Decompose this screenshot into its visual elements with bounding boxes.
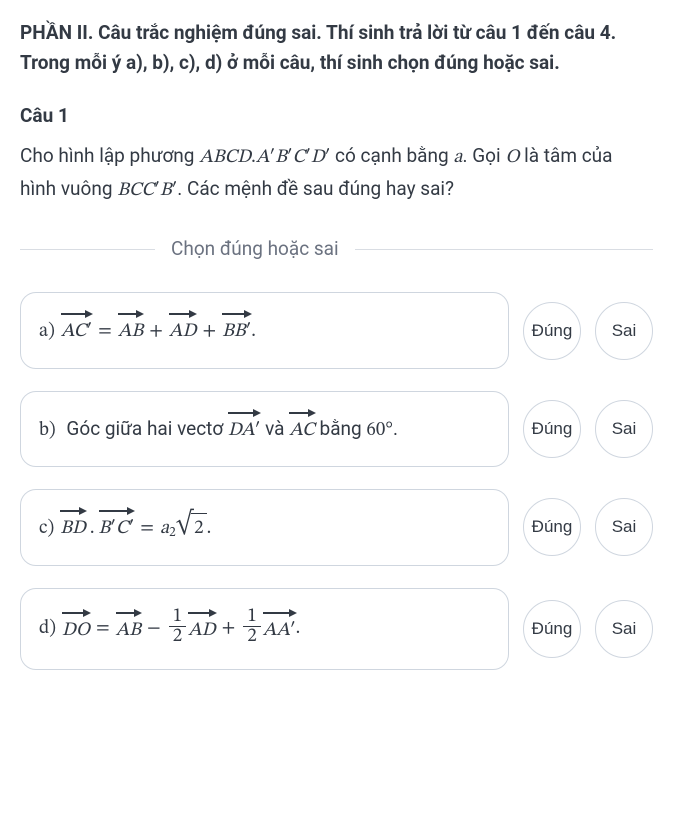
math-cube: ABCD.A′B′C′D′ bbox=[199, 143, 330, 173]
vec-BBp: BB′ bbox=[222, 313, 251, 347]
op-eq: = bbox=[134, 514, 160, 544]
op-plus: + bbox=[143, 317, 169, 347]
item-letter: d) bbox=[39, 614, 56, 644]
op-minus: − bbox=[141, 614, 167, 644]
text: . Gọi bbox=[463, 144, 506, 167]
statement-a: a) AC′ = AB + AD + BB′ . bbox=[39, 313, 256, 347]
angle-number: 60 bbox=[366, 416, 385, 446]
item-box-c: c) BD . B′C′ = a2 √2 . bbox=[20, 489, 509, 565]
vec-DO: DO bbox=[62, 612, 90, 646]
fraction-half-2: 12 bbox=[243, 607, 260, 648]
op-plus: + bbox=[216, 614, 242, 644]
question-label: Câu 1 bbox=[20, 101, 653, 131]
vec-AD: AD bbox=[169, 313, 197, 347]
numerator: 1 bbox=[243, 607, 260, 628]
denominator: 2 bbox=[169, 627, 186, 647]
text: Cho hình lập phương bbox=[20, 144, 199, 167]
true-button-a[interactable]: Đúng bbox=[523, 302, 581, 360]
fraction-half-1: 12 bbox=[169, 607, 186, 648]
item-box-b: b) Góc giữa hai vectơ DA′ và AC bằng 60°… bbox=[20, 391, 509, 467]
vec-AB: AB bbox=[116, 612, 141, 646]
op-eq: = bbox=[90, 614, 116, 644]
item-letter: b) bbox=[39, 416, 56, 446]
item-letter: a) bbox=[39, 317, 55, 347]
instruction-row: Chọn đúng hoặc sai bbox=[20, 234, 653, 264]
denominator: 2 bbox=[243, 627, 260, 647]
true-button-b[interactable]: Đúng bbox=[523, 400, 581, 458]
period: . bbox=[393, 417, 398, 440]
item-row-a: a) AC′ = AB + AD + BB′ . Đúng Sai bbox=[20, 292, 653, 368]
question-body: Cho hình lập phương ABCD.A′B′C′D′ có cạn… bbox=[20, 141, 653, 206]
math-a: a bbox=[453, 143, 462, 173]
item-row-b: b) Góc giữa hai vectơ DA′ và AC bằng 60°… bbox=[20, 391, 653, 467]
item-row-c: c) BD . B′C′ = a2 √2 . Đúng Sai bbox=[20, 489, 653, 565]
text: và bbox=[260, 417, 289, 440]
vec-DAp: DA′ bbox=[228, 412, 260, 446]
item-box-a: a) AC′ = AB + AD + BB′ . bbox=[20, 292, 509, 368]
item-row-d: d) DO = AB − 12 AD + 12 AA′ . Đúng Sai bbox=[20, 588, 653, 671]
exponent: 2 bbox=[169, 523, 176, 544]
statement-d: d) DO = AB − 12 AD + 12 AA′ . bbox=[39, 609, 300, 650]
radicand: 2 bbox=[191, 513, 206, 544]
angle-value: 60° bbox=[366, 416, 393, 446]
vec-ACp: AC′ bbox=[61, 313, 92, 347]
vec-BpCp: B′C′ bbox=[99, 510, 135, 544]
divider-right bbox=[355, 249, 653, 250]
op-plus: + bbox=[196, 317, 222, 347]
op-dot: . bbox=[86, 514, 99, 544]
vec-AD: AD bbox=[188, 612, 216, 646]
numerator: 1 bbox=[169, 607, 186, 628]
statement-c: c) BD . B′C′ = a2 √2 . bbox=[39, 510, 211, 544]
op-eq: = bbox=[92, 317, 118, 347]
text: bằng bbox=[315, 417, 367, 440]
period: . bbox=[296, 614, 301, 644]
true-button-d[interactable]: Đúng bbox=[523, 600, 581, 658]
text: có cạnh bằng bbox=[330, 144, 453, 167]
var-a: a bbox=[160, 514, 169, 544]
instruction-text: Chọn đúng hoặc sai bbox=[171, 234, 339, 264]
period: . bbox=[251, 317, 256, 347]
item-letter: c) bbox=[39, 514, 54, 544]
false-button-b[interactable]: Sai bbox=[595, 400, 653, 458]
text: Góc giữa hai vectơ bbox=[62, 417, 228, 440]
vec-BD: BD bbox=[60, 510, 86, 544]
true-button-c[interactable]: Đúng bbox=[523, 498, 581, 556]
math-O: O bbox=[505, 143, 519, 173]
false-button-a[interactable]: Sai bbox=[595, 302, 653, 360]
sqrt: √2 bbox=[176, 513, 207, 544]
period: . bbox=[207, 514, 212, 544]
vec-AAp: AA′ bbox=[263, 612, 296, 646]
statement-b: b) Góc giữa hai vectơ DA′ và AC bằng 60°… bbox=[39, 412, 398, 446]
item-box-d: d) DO = AB − 12 AD + 12 AA′ . bbox=[20, 588, 509, 671]
vec-AC: AC bbox=[289, 412, 315, 446]
section-header: PHẦN II. Câu trắc nghiệm đúng sai. Thí s… bbox=[20, 18, 653, 79]
text: . Các mệnh đề sau đúng hay sai? bbox=[177, 177, 454, 200]
false-button-c[interactable]: Sai bbox=[595, 498, 653, 556]
divider-left bbox=[20, 249, 155, 250]
false-button-d[interactable]: Sai bbox=[595, 600, 653, 658]
vec-AB: AB bbox=[118, 313, 143, 347]
degree-symbol: ° bbox=[385, 416, 393, 446]
math-square: BCC′B′ bbox=[117, 176, 177, 206]
